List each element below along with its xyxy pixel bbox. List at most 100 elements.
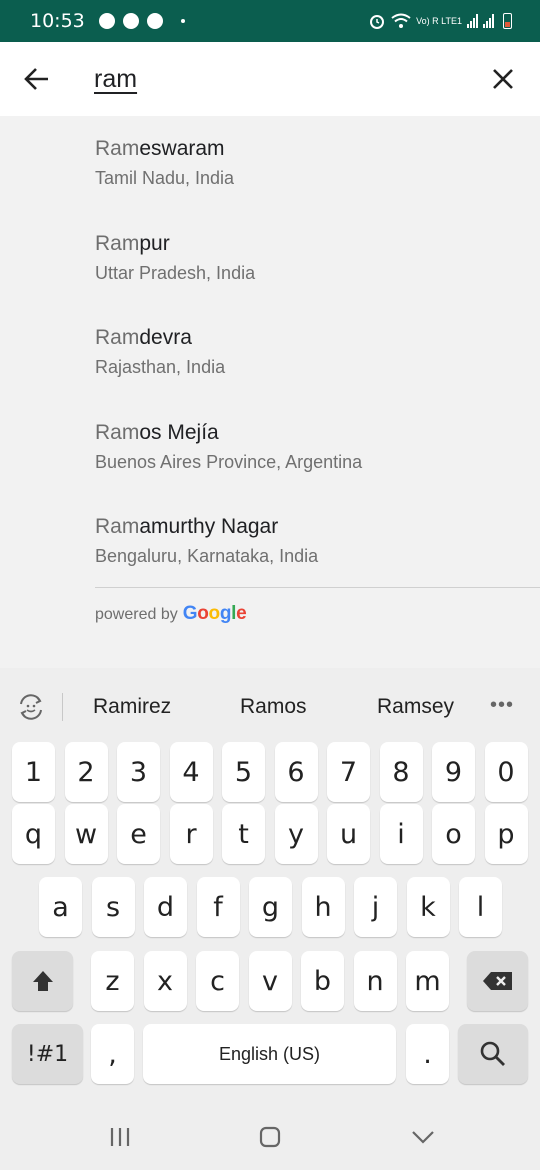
- suggestion-word[interactable]: Ramsey: [377, 695, 454, 719]
- result-name-rest: os Mejía: [139, 420, 219, 444]
- key-b[interactable]: b: [301, 951, 344, 1011]
- result-name-rest: devra: [139, 326, 192, 349]
- battery-icon: [503, 13, 512, 29]
- home-button[interactable]: [255, 1122, 285, 1152]
- result-region: Rajasthan, India: [95, 357, 226, 377]
- results-divider: [95, 587, 540, 588]
- key-p[interactable]: p: [484, 804, 528, 864]
- period-key[interactable]: .: [406, 1024, 449, 1084]
- result-name-match: Ram: [95, 137, 140, 160]
- search-key[interactable]: [458, 1024, 528, 1084]
- key-r[interactable]: r: [169, 804, 213, 864]
- result-item[interactable]: Ramamurthy Nagar Bengaluru, Karnataka, I…: [0, 494, 540, 589]
- suggestion-word[interactable]: Ramos: [240, 695, 307, 719]
- attribution-prefix: powered by: [95, 606, 178, 623]
- close-icon: [493, 69, 513, 89]
- key-k[interactable]: k: [406, 877, 450, 937]
- comma-key[interactable]: ,: [91, 1024, 134, 1084]
- result-name-rest: eswaram: [139, 137, 225, 160]
- key-u[interactable]: u: [327, 804, 370, 864]
- result-item[interactable]: Ramdevra Rajasthan, India: [0, 305, 540, 400]
- key-q[interactable]: q: [12, 804, 55, 864]
- signal-icon: [483, 14, 494, 28]
- key-e[interactable]: e: [117, 804, 160, 864]
- key-j[interactable]: j: [354, 877, 397, 937]
- result-name-match: Ram: [95, 231, 140, 255]
- result-region: Buenos Aires Province, Argentina: [95, 451, 363, 472]
- key-d[interactable]: d: [144, 877, 187, 937]
- symbols-key[interactable]: !#1: [12, 1024, 83, 1084]
- key-3[interactable]: 3: [117, 742, 160, 802]
- suggestion-word[interactable]: Ramirez: [93, 695, 171, 719]
- result-region: Tamil Nadu, India: [95, 168, 235, 188]
- home-icon: [259, 1126, 281, 1148]
- keyboard: Ramirez Ramos Ramsey ••• 1234567890 qwert…: [0, 668, 540, 1170]
- key-y[interactable]: y: [274, 804, 318, 864]
- status-time: 10:53: [30, 10, 85, 32]
- suggestion-separator: [62, 693, 63, 721]
- emoji-refresh-icon: [20, 694, 42, 720]
- key-5[interactable]: 5: [222, 742, 265, 802]
- shift-icon: [32, 971, 53, 991]
- wifi-icon: [391, 13, 411, 28]
- result-item[interactable]: Rameswaram Tamil Nadu, India: [0, 116, 540, 211]
- key-m[interactable]: m: [406, 951, 449, 1011]
- result-name: Rampur: [95, 231, 540, 257]
- search-header: ram: [0, 42, 540, 116]
- key-c[interactable]: c: [196, 951, 239, 1011]
- back-nav-button[interactable]: [408, 1122, 438, 1152]
- result-item[interactable]: Rampur Uttar Pradesh, India: [0, 211, 540, 306]
- key-s[interactable]: s: [91, 877, 135, 937]
- signal-icon: [467, 14, 478, 28]
- key-4[interactable]: 4: [169, 742, 213, 802]
- recent-apps-icon: [110, 1128, 130, 1146]
- key-g[interactable]: g: [249, 877, 292, 937]
- key-h[interactable]: h: [301, 877, 345, 937]
- key-n[interactable]: n: [353, 951, 397, 1011]
- key-l[interactable]: l: [459, 877, 502, 937]
- search-input[interactable]: ram: [74, 65, 466, 94]
- key-x[interactable]: x: [143, 951, 187, 1011]
- result-name: Rameswaram: [95, 136, 540, 162]
- backspace-key[interactable]: [467, 951, 528, 1011]
- alarm-icon: [370, 15, 385, 29]
- more-notifications-dot-icon: [180, 19, 185, 23]
- key-o[interactable]: o: [432, 804, 475, 864]
- clear-button[interactable]: [466, 42, 540, 116]
- result-name-match: Ram: [95, 420, 140, 444]
- key-1[interactable]: 1: [12, 742, 55, 802]
- result-item[interactable]: Ramos Mejía Buenos Aires Province, Argen…: [0, 400, 540, 495]
- back-button[interactable]: [0, 42, 74, 116]
- search-icon: [480, 1041, 505, 1066]
- space-key[interactable]: English (US): [143, 1024, 396, 1084]
- key-f[interactable]: f: [196, 877, 240, 937]
- key-2[interactable]: 2: [64, 742, 108, 802]
- navigation-bar: [0, 1100, 540, 1170]
- result-name-match: Ram: [95, 326, 140, 349]
- powered-by-google: powered by Google: [95, 603, 247, 625]
- more-suggestions-button[interactable]: •••: [490, 694, 514, 717]
- arrow-left-icon: [24, 68, 48, 90]
- key-w[interactable]: w: [64, 804, 108, 864]
- network-label: Vo) R LTE1: [416, 16, 462, 26]
- result-name-match: Ram: [95, 515, 140, 538]
- key-i[interactable]: i: [379, 804, 423, 864]
- key-6[interactable]: 6: [274, 742, 318, 802]
- key-v[interactable]: v: [248, 951, 292, 1011]
- key-8[interactable]: 8: [379, 742, 423, 802]
- shift-key[interactable]: [12, 951, 73, 1011]
- result-name: Ramamurthy Nagar: [95, 514, 540, 540]
- key-t[interactable]: t: [222, 804, 265, 864]
- key-7[interactable]: 7: [327, 742, 370, 802]
- system-icons: Vo) R LTE1: [368, 12, 512, 30]
- key-a[interactable]: a: [39, 877, 82, 937]
- notification-icon: [98, 13, 115, 29]
- status-bar: 10:53 Vo) R LTE1: [0, 0, 540, 42]
- key-0[interactable]: 0: [484, 742, 528, 802]
- key-9[interactable]: 9: [432, 742, 475, 802]
- result-name: Ramdevra: [95, 325, 540, 351]
- backspace-icon: [482, 972, 512, 990]
- recent-apps-button[interactable]: [105, 1122, 135, 1152]
- emoji-button[interactable]: [0, 692, 62, 722]
- key-z[interactable]: z: [91, 951, 134, 1011]
